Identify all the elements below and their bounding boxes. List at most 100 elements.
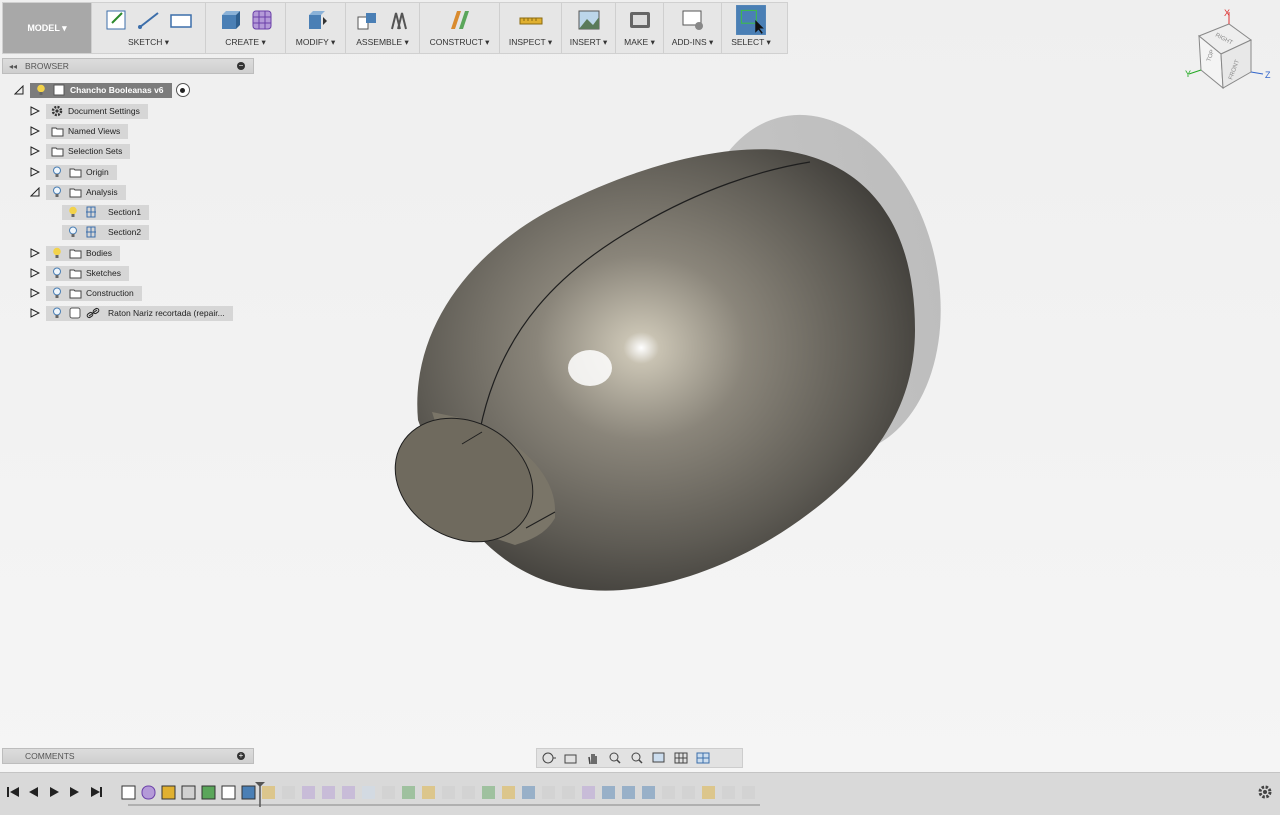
lightbulb-off-icon[interactable]: [50, 165, 64, 179]
step-back-icon[interactable]: [29, 787, 38, 797]
tree-item-section1[interactable]: Section1: [62, 204, 150, 220]
expanded-triangle-icon[interactable]: [30, 187, 40, 197]
add-comment-icon[interactable]: +: [237, 752, 245, 760]
collapse-browser-icon[interactable]: ◂◂: [9, 62, 17, 71]
create-group[interactable]: CREATE ▾: [206, 3, 286, 53]
measure-icon[interactable]: [518, 7, 544, 33]
lightbulb-on-icon[interactable]: [50, 246, 64, 260]
orbit-icon[interactable]: [541, 751, 557, 765]
rectangle-icon[interactable]: [168, 7, 194, 33]
tree-item-analysis[interactable]: Analysis: [30, 184, 126, 200]
create-menu[interactable]: CREATE ▾: [225, 37, 265, 48]
tree-item-named-views[interactable]: Named Views: [30, 123, 129, 139]
new-component-icon[interactable]: [354, 7, 380, 33]
model-body[interactable]: [0, 0, 1280, 772]
component-icon: [68, 306, 82, 320]
form-icon[interactable]: [249, 7, 275, 33]
offset-plane-icon[interactable]: [447, 7, 473, 33]
tree-item-origin[interactable]: Origin: [30, 164, 117, 180]
select-cursor-icon[interactable]: [735, 4, 767, 36]
collapsed-triangle-icon[interactable]: [30, 308, 40, 318]
navigation-bar: [536, 748, 743, 768]
tree-root[interactable]: Chancho Booleanas v6: [14, 82, 190, 98]
collapsed-triangle-icon[interactable]: [30, 167, 40, 177]
step-forward-icon[interactable]: [70, 787, 79, 797]
modify-menu[interactable]: MODIFY ▾: [296, 37, 336, 48]
display-settings-icon[interactable]: [651, 751, 667, 765]
addins-group[interactable]: ADD-INS ▾: [664, 3, 722, 53]
press-pull-icon[interactable]: [303, 7, 329, 33]
collapsed-triangle-icon[interactable]: [30, 248, 40, 258]
activate-radio-icon[interactable]: [175, 83, 190, 97]
inspect-group[interactable]: INSPECT ▾: [500, 3, 562, 53]
browser-minimize-icon[interactable]: −: [237, 62, 245, 70]
comments-header[interactable]: COMMENTS +: [2, 748, 254, 764]
construct-group[interactable]: CONSTRUCT ▾: [420, 3, 500, 53]
tree-item-label: Selection Sets: [68, 146, 123, 156]
assemble-menu[interactable]: ASSEMBLE ▾: [356, 37, 408, 48]
browser-title: BROWSER: [25, 61, 69, 71]
lightbulb-on-icon[interactable]: [66, 205, 80, 219]
fit-icon[interactable]: [629, 751, 645, 765]
play-icon[interactable]: [50, 787, 59, 797]
insert-group[interactable]: INSERT ▾: [562, 3, 616, 53]
component-icon: [52, 83, 66, 97]
insert-image-icon[interactable]: [576, 7, 602, 33]
assemble-group[interactable]: ASSEMBLE ▾: [346, 3, 420, 53]
extrude-icon[interactable]: [217, 7, 243, 33]
look-at-icon[interactable]: [563, 751, 579, 765]
collapsed-triangle-icon[interactable]: [30, 146, 40, 156]
browser-header[interactable]: ◂◂ BROWSER −: [2, 58, 254, 74]
go-to-end-icon[interactable]: [91, 787, 102, 797]
timeline-features[interactable]: [121, 785, 755, 800]
timeline-settings-gear-icon[interactable]: [1258, 785, 1272, 799]
folder-icon: [68, 165, 82, 179]
gear-icon: [50, 104, 64, 118]
make-group[interactable]: MAKE ▾: [616, 3, 664, 53]
addins-menu[interactable]: ADD-INS ▾: [672, 37, 714, 48]
lightbulb-off-icon[interactable]: [66, 225, 80, 239]
go-to-start-icon[interactable]: [7, 787, 19, 797]
make-menu[interactable]: MAKE ▾: [624, 37, 655, 48]
collapsed-triangle-icon[interactable]: [30, 268, 40, 278]
canvas-viewport[interactable]: TOP FRONT RIGHT X Y Z: [0, 0, 1280, 772]
lightbulb-off-icon[interactable]: [50, 185, 64, 199]
tree-item-section2[interactable]: Section2: [62, 224, 150, 240]
create-sketch-icon[interactable]: [104, 7, 130, 33]
select-group[interactable]: SELECT ▾: [722, 3, 780, 53]
expanded-triangle-icon[interactable]: [14, 85, 24, 95]
collapsed-triangle-icon[interactable]: [30, 106, 40, 116]
collapsed-triangle-icon[interactable]: [30, 126, 40, 136]
lightbulb-off-icon[interactable]: [50, 266, 64, 280]
workspace-switcher[interactable]: MODEL ▾: [3, 3, 92, 53]
select-menu[interactable]: SELECT ▾: [731, 37, 771, 48]
tree-item-selection-sets[interactable]: Selection Sets: [30, 143, 131, 159]
collapsed-triangle-icon[interactable]: [30, 288, 40, 298]
insert-menu[interactable]: INSERT ▾: [570, 37, 608, 48]
lightbulb-on-icon[interactable]: [34, 83, 48, 97]
sketch-group[interactable]: SKETCH ▾: [92, 3, 206, 53]
folder-icon: [68, 266, 82, 280]
sketch-menu[interactable]: SKETCH ▾: [128, 37, 169, 48]
line-icon[interactable]: [136, 7, 162, 33]
tree-item-linked-component[interactable]: Raton Nariz recortada (repair...: [30, 305, 233, 321]
modify-group[interactable]: MODIFY ▾: [286, 3, 346, 53]
inspect-menu[interactable]: INSPECT ▾: [509, 37, 552, 48]
tree-item-document-settings[interactable]: Document Settings: [30, 103, 148, 119]
lightbulb-off-icon[interactable]: [50, 306, 64, 320]
construct-menu[interactable]: CONSTRUCT ▾: [430, 37, 490, 48]
tree-item-bodies[interactable]: Bodies: [30, 245, 120, 261]
viewports-icon[interactable]: [695, 751, 711, 765]
view-cube[interactable]: TOP FRONT RIGHT X Y Z: [1185, 4, 1275, 94]
section-analysis-icon: [84, 225, 98, 239]
grid-icon[interactable]: [673, 751, 689, 765]
tree-item-construction[interactable]: Construction: [30, 285, 142, 301]
pan-hand-icon[interactable]: [585, 751, 601, 765]
joint-icon[interactable]: [386, 7, 412, 33]
3d-print-icon[interactable]: [627, 7, 653, 33]
zoom-icon[interactable]: [607, 751, 623, 765]
tree-item-sketches[interactable]: Sketches: [30, 265, 129, 281]
comments-title: COMMENTS: [25, 751, 75, 761]
scripts-icon[interactable]: [680, 7, 706, 33]
lightbulb-off-icon[interactable]: [50, 286, 64, 300]
